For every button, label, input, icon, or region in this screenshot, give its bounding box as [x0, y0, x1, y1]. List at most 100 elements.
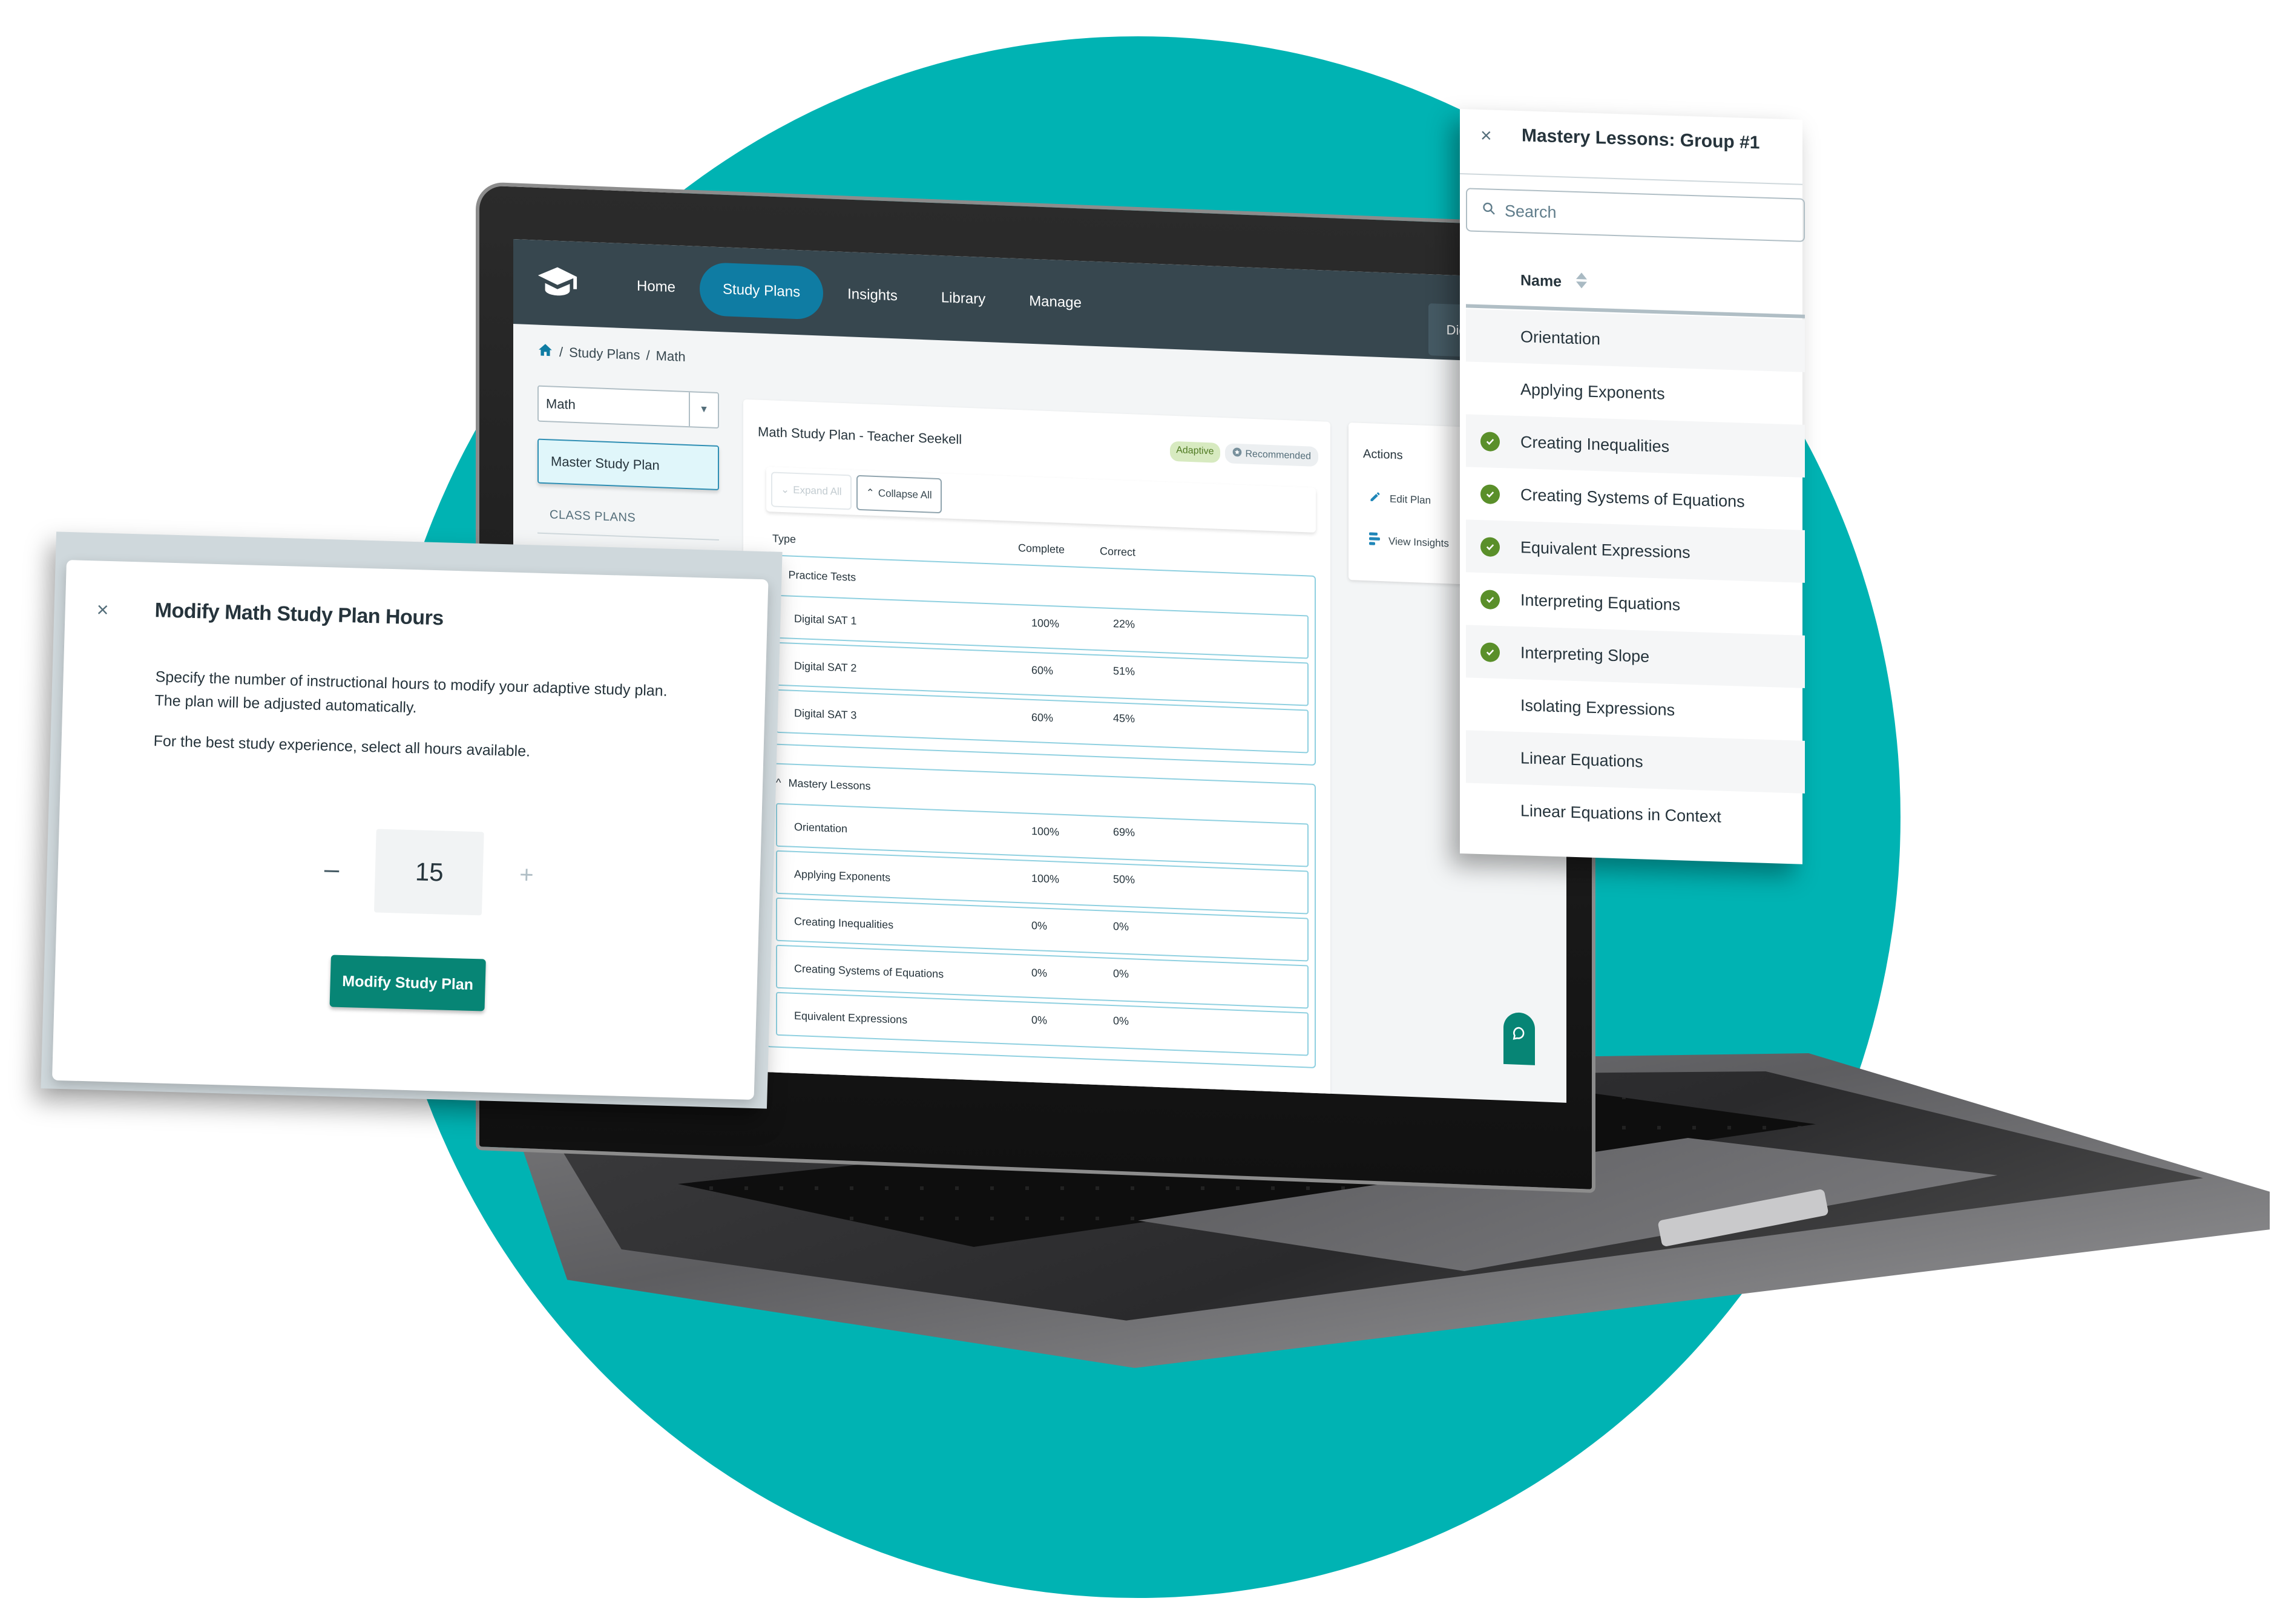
- edit-plan-action[interactable]: Edit Plan: [1369, 490, 1431, 508]
- recommended-badge-label: Recommended: [1245, 448, 1312, 462]
- breadcrumb-math: Math: [655, 348, 686, 364]
- graduation-cap-icon[interactable]: [534, 258, 581, 307]
- decrement-button[interactable]: –: [324, 854, 340, 885]
- name-column-label: Name: [1520, 272, 1562, 291]
- column-header-correct: Correct: [1100, 545, 1136, 559]
- completed-check-icon: [1480, 642, 1500, 662]
- hours-stepper: – 15 +: [323, 827, 535, 917]
- panel-divider: [1460, 173, 1802, 185]
- star-badge-icon: [1232, 447, 1242, 461]
- completed-check-icon: [1480, 431, 1500, 452]
- view-insights-label: View Insights: [1388, 535, 1449, 549]
- mastery-lessons-panel: × Mastery Lessons: Group #1 Name Orienta…: [1460, 109, 1805, 864]
- increment-button[interactable]: +: [519, 861, 534, 889]
- plan-table-header: Type Complete Correct: [758, 532, 1321, 558]
- close-icon[interactable]: ×: [96, 598, 109, 622]
- nav-item-study-plans[interactable]: Study Plans: [700, 261, 824, 320]
- plan-group: ^ Mastery Lessons Orientation 100% 69% Applyi…: [766, 763, 1316, 1068]
- row-complete: 100%: [1031, 616, 1060, 630]
- row-name: Digital SAT 3: [794, 706, 857, 722]
- completed-check-icon: [1480, 536, 1500, 557]
- search-field[interactable]: [1466, 188, 1805, 242]
- group-header[interactable]: ^ Mastery Lessons: [776, 777, 871, 793]
- close-icon[interactable]: ×: [1480, 124, 1492, 147]
- expand-all-button[interactable]: ⌄ Expand All: [771, 472, 852, 510]
- caret-down-icon: ▼: [689, 392, 718, 427]
- group-header[interactable]: ^Practice Tests: [776, 568, 856, 584]
- column-header-complete: Complete: [1018, 542, 1065, 556]
- breadcrumb-separator: /: [559, 344, 563, 360]
- plan-title: Math Study Plan - Teacher Seekell: [758, 424, 962, 447]
- breadcrumb-study-plans[interactable]: Study Plans: [569, 345, 640, 364]
- recommended-badge: Recommended: [1224, 443, 1318, 467]
- row-correct: 0%: [1113, 967, 1129, 981]
- lesson-name: Interpreting Slope: [1520, 643, 1650, 666]
- row-complete: 60%: [1031, 663, 1054, 677]
- sort-icon: [1575, 271, 1588, 294]
- class-plans-heading: CLASS PLANS: [537, 507, 719, 541]
- row-name: Digital SAT 1: [794, 612, 857, 627]
- modify-study-plan-button[interactable]: Modify Study Plan: [329, 955, 486, 1011]
- modal-description: Specify the number of instructional hour…: [154, 665, 700, 728]
- adaptive-badge: Adaptive: [1170, 441, 1220, 463]
- modal-body: Specify the number of instructional hour…: [153, 665, 700, 784]
- lesson-name: Interpreting Equations: [1520, 591, 1681, 614]
- collapse-all-button[interactable]: ⌃ Collapse All: [856, 475, 942, 514]
- nav-item-insights[interactable]: Insights: [828, 272, 917, 319]
- master-study-plan-item[interactable]: Master Study Plan: [537, 438, 719, 491]
- lesson-item[interactable]: Linear Equations in Context: [1466, 783, 1805, 846]
- chat-button[interactable]: [1503, 1011, 1535, 1065]
- lesson-name: Creating Inequalities: [1520, 433, 1670, 456]
- lesson-list: Orientation Applying Exponents Creating In…: [1466, 309, 1805, 846]
- row-correct: 0%: [1113, 1014, 1129, 1028]
- name-column-header[interactable]: Name: [1520, 269, 1588, 294]
- column-header-type: Type: [772, 532, 797, 545]
- row-correct: 0%: [1113, 920, 1129, 933]
- search-icon: [1482, 201, 1496, 220]
- nav-item-home[interactable]: Home: [617, 264, 695, 311]
- lesson-name: Orientation: [1520, 327, 1601, 349]
- group-title: Practice Tests: [788, 568, 856, 584]
- lesson-name: Linear Equations: [1520, 749, 1643, 771]
- view-insights-action[interactable]: View Insights: [1369, 532, 1449, 551]
- completed-check-icon: [1480, 484, 1500, 504]
- nav-item-manage[interactable]: Manage: [1010, 279, 1101, 326]
- modal-hint: For the best study experience, select al…: [153, 732, 531, 760]
- lesson-name: Equivalent Expressions: [1520, 538, 1690, 562]
- subject-select[interactable]: Math ▼: [537, 385, 719, 429]
- study-plan-card: Math Study Plan - Teacher Seekell Adapti…: [743, 399, 1330, 1103]
- panel-title: Mastery Lessons: Group #1: [1522, 125, 1760, 153]
- search-input[interactable]: [1505, 201, 1771, 229]
- completed-check-icon: [1480, 589, 1500, 610]
- chevron-up-icon: ^: [776, 776, 781, 789]
- row-complete: 0%: [1031, 966, 1048, 979]
- row-name: Orientation: [794, 820, 848, 835]
- plan-group: ^Practice Tests Digital SAT 1 100% 22% Digit…: [766, 554, 1316, 766]
- pencil-icon: [1369, 490, 1381, 507]
- plan-sidebar: Math ▼ Master Study Plan CLASS PLANS: [537, 385, 719, 541]
- subject-select-value: Math: [546, 396, 576, 412]
- insights-bars-icon: [1369, 532, 1380, 549]
- double-chevron-up-icon: ⌃: [866, 487, 875, 499]
- home-icon[interactable]: [537, 342, 553, 362]
- collapse-all-label: Collapse All: [878, 487, 932, 501]
- modify-hours-modal: × Modify Math Study Plan Hours Specify t…: [51, 560, 769, 1100]
- hours-input[interactable]: 15: [374, 829, 485, 916]
- modal-title: Modify Math Study Plan Hours: [154, 599, 444, 630]
- row-correct: 45%: [1113, 712, 1135, 725]
- row-complete: 60%: [1031, 711, 1054, 725]
- row-complete: 100%: [1031, 872, 1060, 886]
- row-correct: 22%: [1113, 617, 1135, 631]
- lesson-name: Linear Equations in Context: [1520, 801, 1721, 826]
- row-correct: 50%: [1113, 873, 1135, 886]
- actions-title: Actions: [1363, 447, 1403, 462]
- chat-bubble-icon: [1511, 1025, 1527, 1045]
- nav-item-library[interactable]: Library: [922, 275, 1005, 322]
- row-complete: 100%: [1031, 824, 1060, 838]
- row-name: Digital SAT 2: [794, 659, 857, 674]
- plan-badges: Adaptive Recommended: [1170, 441, 1318, 467]
- double-chevron-down-icon: ⌄: [781, 483, 790, 496]
- edit-plan-label: Edit Plan: [1390, 493, 1431, 506]
- plan-toolbar: ⌄ Expand All ⌃ Collapse All: [766, 467, 1316, 533]
- breadcrumb: / Study Plans / Math: [537, 342, 686, 367]
